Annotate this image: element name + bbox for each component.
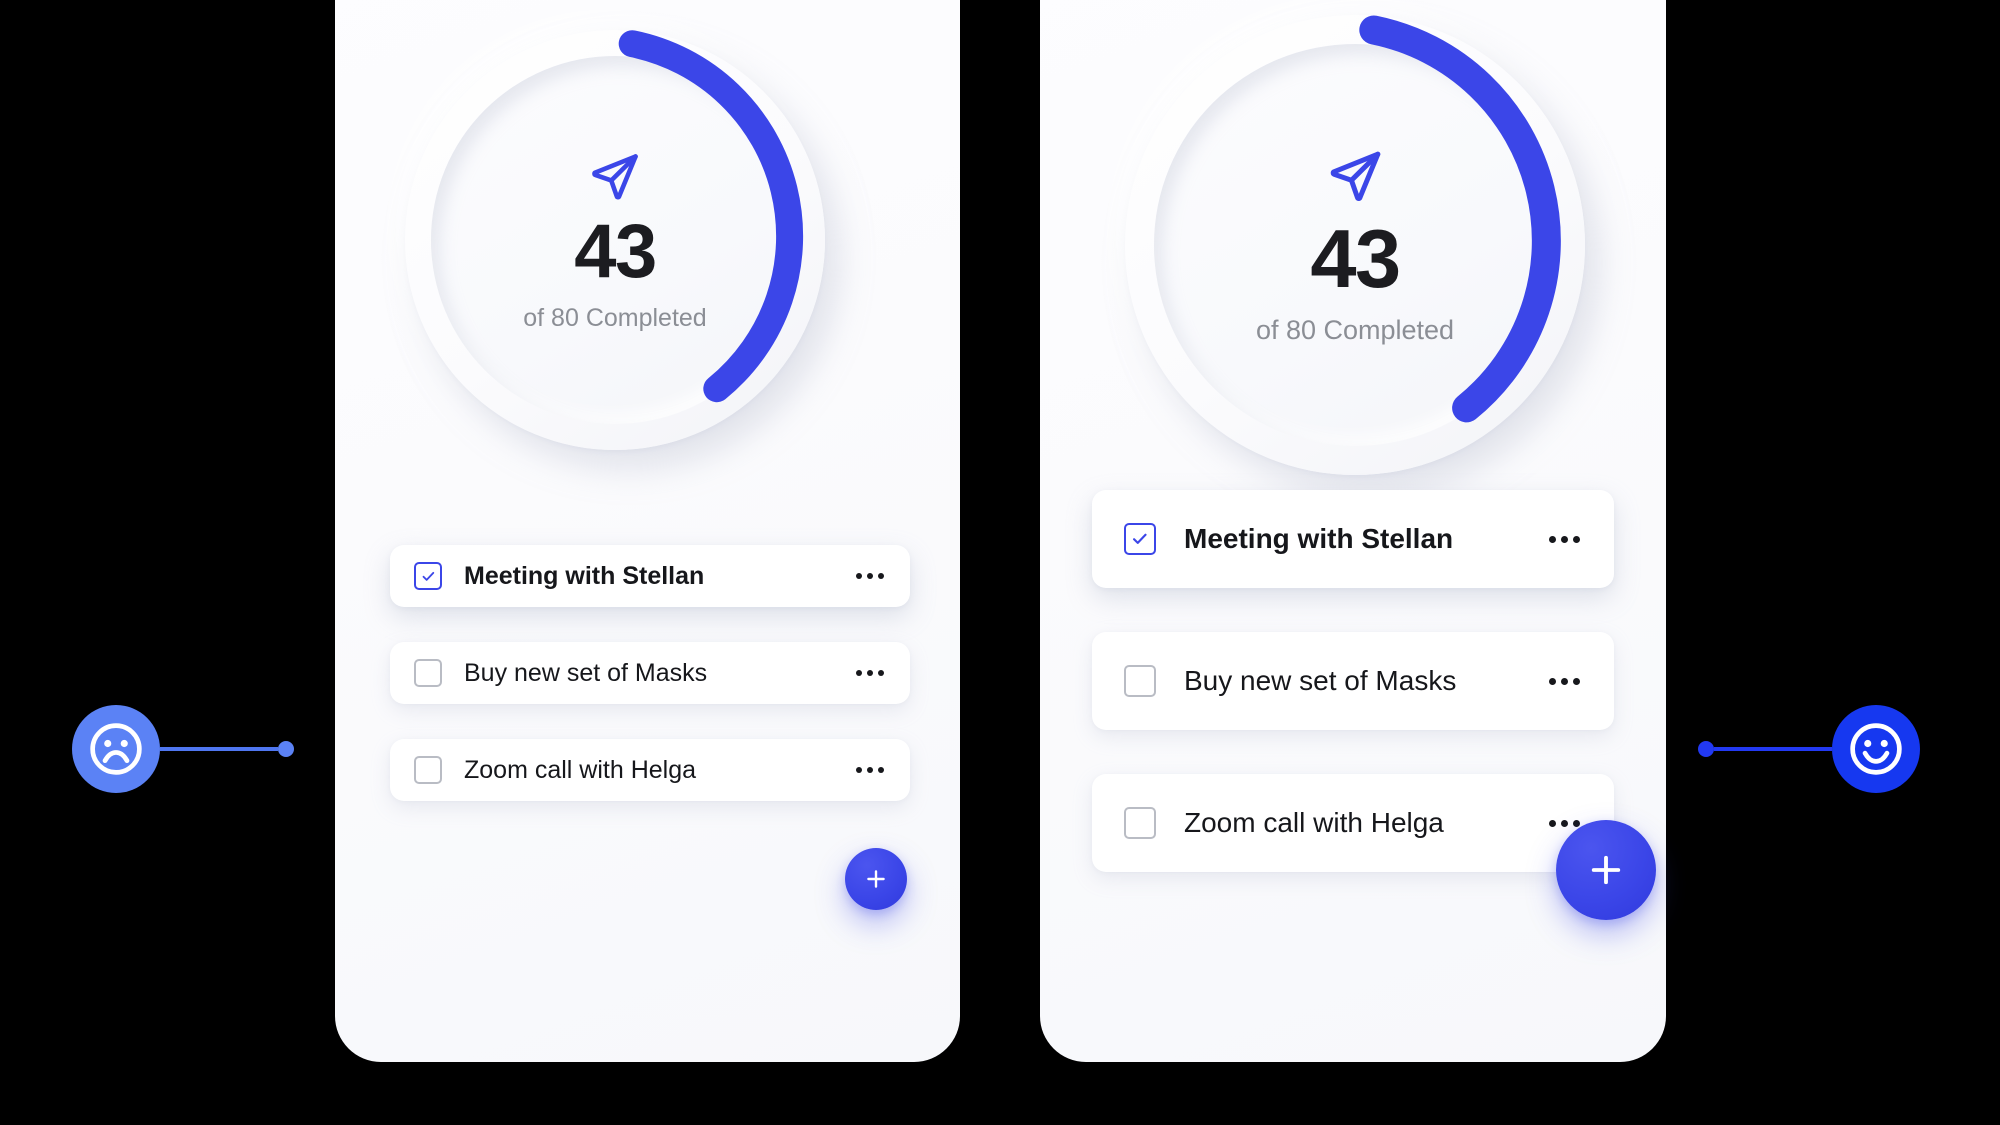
marker-sad-annotation	[72, 705, 294, 793]
task-label: Meeting with Stellan	[464, 561, 705, 590]
task-list: Meeting with Stellan Buy new set of Mask…	[1092, 490, 1614, 916]
task-label: Zoom call with Helga	[1184, 807, 1444, 838]
more-horizontal-icon[interactable]	[856, 767, 884, 773]
send-icon	[1330, 151, 1380, 201]
task-label: Buy new set of Masks	[464, 658, 708, 687]
task-checkbox-unchecked[interactable]	[414, 756, 442, 784]
task-checkbox-unchecked[interactable]	[414, 659, 442, 687]
marker-endpoint-dot	[278, 741, 294, 757]
more-horizontal-icon[interactable]	[856, 670, 884, 676]
check-icon	[1133, 533, 1147, 545]
task-label: Meeting with Stellan	[1184, 523, 1454, 554]
task-checkbox-checked[interactable]	[1124, 523, 1156, 555]
task-card-small: 43 of 80 Completed Meeting with Stellan …	[335, 0, 960, 1062]
marker-connector-line	[1714, 747, 1832, 751]
gauge-value: 43	[574, 208, 657, 294]
gauge-subtitle: of 80 Completed	[1255, 314, 1455, 345]
comparison-canvas: 43 of 80 Completed Meeting with Stellan …	[0, 0, 2000, 1125]
happy-face-icon	[1850, 723, 1902, 775]
table-row[interactable]: Buy new set of Masks	[390, 642, 910, 704]
marker-connector-line	[160, 747, 278, 751]
marker-endpoint-dot	[1698, 741, 1714, 757]
check-icon	[422, 571, 434, 581]
table-row[interactable]: Zoom call with Helga	[1092, 774, 1614, 872]
task-label: Zoom call with Helga	[464, 755, 697, 784]
table-row[interactable]: Meeting with Stellan	[390, 545, 910, 607]
task-checkbox-unchecked[interactable]	[1124, 807, 1156, 839]
task-list: Meeting with Stellan Buy new set of Mask…	[390, 545, 910, 836]
more-horizontal-icon[interactable]	[856, 573, 884, 579]
more-horizontal-icon[interactable]	[1549, 535, 1580, 543]
task-checkbox-unchecked[interactable]	[1124, 665, 1156, 697]
task-card-large: 43 of 80 Completed Meeting with Stellan …	[1040, 0, 1666, 1062]
table-row[interactable]: Meeting with Stellan	[1092, 490, 1614, 588]
progress-gauge: 43 of 80 Completed	[405, 30, 825, 450]
table-row[interactable]: Buy new set of Masks	[1092, 632, 1614, 730]
happy-face-badge[interactable]	[1832, 705, 1920, 793]
task-checkbox-checked[interactable]	[414, 562, 442, 590]
plus-icon	[867, 870, 885, 888]
gauge-center-content: 43 of 80 Completed	[405, 30, 825, 450]
plus-icon	[1591, 855, 1621, 885]
sad-face-icon	[90, 723, 142, 775]
gauge-subtitle: of 80 Completed	[523, 303, 707, 332]
task-label: Buy new set of Masks	[1184, 665, 1457, 696]
more-horizontal-icon[interactable]	[1549, 677, 1580, 685]
send-icon	[592, 153, 638, 199]
marker-happy-annotation	[1698, 705, 1920, 793]
table-row[interactable]: Zoom call with Helga	[390, 739, 910, 801]
add-task-button[interactable]	[1556, 820, 1656, 920]
add-task-button[interactable]	[845, 848, 907, 910]
sad-face-badge[interactable]	[72, 705, 160, 793]
progress-gauge: 43 of 80 Completed	[1125, 15, 1585, 475]
more-horizontal-icon[interactable]	[1549, 819, 1580, 827]
gauge-center-content: 43 of 80 Completed	[1125, 15, 1585, 475]
gauge-value: 43	[1310, 211, 1401, 305]
